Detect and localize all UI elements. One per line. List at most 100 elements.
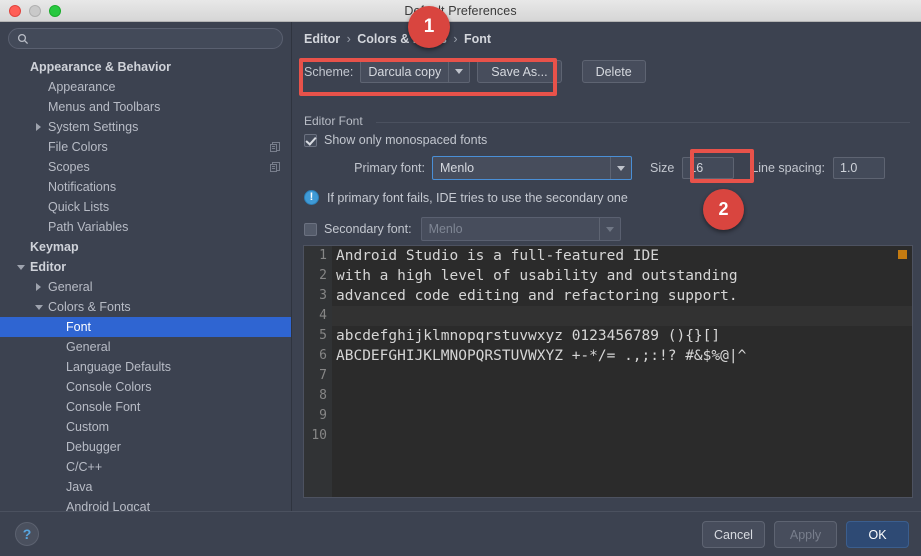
- breadcrumb: Editor › Colors & Fonts › Font: [293, 22, 921, 46]
- help-icon[interactable]: ?: [15, 522, 39, 546]
- sidebar-item-android-logcat[interactable]: Android Logcat: [0, 497, 291, 511]
- sidebar-item-appearance-behavior[interactable]: Appearance & Behavior: [0, 57, 291, 77]
- sidebar-item-appearance[interactable]: Appearance: [0, 77, 291, 97]
- search-input[interactable]: [29, 31, 282, 46]
- preview-line: with a high level of usability and outst…: [336, 268, 738, 284]
- primary-font-row: Primary font: Menlo Size 16 Line spacing…: [304, 156, 910, 180]
- secondary-font-info-row: ! If primary font fails, IDE tries to us…: [304, 190, 910, 205]
- breadcrumb-part-1[interactable]: Editor: [304, 32, 340, 46]
- preview-code-area[interactable]: Android Studio is a full-featured IDE wit…: [332, 246, 912, 497]
- sidebar-item-file-colors[interactable]: File Colors: [0, 137, 291, 157]
- sidebar-item-general[interactable]: General: [0, 277, 291, 297]
- sidebar-item-keymap[interactable]: Keymap: [0, 237, 291, 257]
- secondary-font-dropdown: Menlo: [420, 217, 621, 241]
- dialog-footer: ? Cancel Apply OK: [0, 511, 921, 556]
- scheme-row: Scheme: Darcula copy Save As... Delete: [304, 60, 921, 83]
- preview-line: abcdefghijklmnopqrstuvwxyz 0123456789 ()…: [336, 328, 721, 344]
- sidebar-item-label: Editor: [30, 260, 67, 274]
- sidebar-item-notifications[interactable]: Notifications: [0, 177, 291, 197]
- monospaced-checkbox[interactable]: [304, 133, 317, 147]
- cancel-button[interactable]: Cancel: [702, 521, 765, 548]
- line-spacing-label: Line spacing:: [751, 161, 825, 175]
- ok-button[interactable]: OK: [846, 521, 909, 548]
- breadcrumb-separator-2: ›: [453, 32, 458, 46]
- sidebar-item-label: Console Colors: [66, 380, 152, 394]
- scheme-dropdown[interactable]: Darcula copy: [360, 60, 471, 83]
- monospaced-checkbox-row[interactable]: Show only monospaced fonts: [304, 133, 910, 147]
- sidebar-item-label: Scopes: [48, 160, 90, 174]
- preview-line: [332, 386, 912, 406]
- sidebar-item-label: Debugger: [66, 440, 121, 454]
- sidebar-item-label: Quick Lists: [48, 200, 110, 214]
- preview-line: [332, 366, 912, 386]
- chevron-down-icon[interactable]: [610, 157, 631, 179]
- line-number: 10: [311, 428, 327, 443]
- scrollbar-marker-icon[interactable]: [898, 250, 907, 259]
- sidebar-item-editor[interactable]: Editor: [0, 257, 291, 277]
- line-number: 1: [319, 248, 327, 263]
- size-input[interactable]: 16: [682, 157, 735, 179]
- preview-line: ABCDEFGHIJKLMNOPQRSTUVWXYZ +-*/= .,;:!? …: [336, 348, 747, 364]
- chevron-down-icon[interactable]: [448, 61, 469, 82]
- chevron-down-icon[interactable]: [14, 264, 27, 270]
- chevron-right-icon[interactable]: [32, 123, 45, 131]
- sidebar-item-label: Console Font: [66, 400, 141, 414]
- line-number: 8: [319, 388, 327, 403]
- line-number: 4: [319, 308, 327, 323]
- delete-button[interactable]: Delete: [581, 60, 646, 83]
- primary-font-dropdown[interactable]: Menlo: [432, 156, 632, 180]
- sidebar-item-c-c[interactable]: C/C++: [0, 457, 291, 477]
- secondary-font-checkbox[interactable]: [304, 222, 317, 236]
- sidebar-item-system-settings[interactable]: System Settings: [0, 117, 291, 137]
- scheme-value: Darcula copy: [368, 64, 442, 79]
- search-box[interactable]: [8, 28, 283, 49]
- sidebar-item-font[interactable]: Font: [0, 317, 291, 337]
- sidebar-item-general[interactable]: General: [0, 337, 291, 357]
- info-icon: !: [304, 190, 319, 205]
- sidebar-item-label: Colors & Fonts: [48, 300, 131, 314]
- save-as-button[interactable]: Save As...: [477, 60, 562, 83]
- size-label: Size: [650, 161, 675, 175]
- font-preview-editor[interactable]: 1 2 3 4 5 6 7 8 9 10 Android Studio is a full-fea…: [303, 245, 913, 498]
- chevron-down-icon: [598, 218, 620, 240]
- sidebar-item-label: Language Defaults: [66, 360, 171, 374]
- sidebar-item-label: Menus and Toolbars: [48, 100, 161, 114]
- line-spacing-input[interactable]: 1.0: [833, 157, 885, 179]
- sidebar-item-debugger[interactable]: Debugger: [0, 437, 291, 457]
- secondary-font-row: Secondary font: Menlo: [304, 217, 910, 241]
- scheme-label: Scheme:: [304, 64, 354, 79]
- sidebar-item-label: System Settings: [48, 120, 139, 134]
- apply-button: Apply: [774, 521, 837, 548]
- sidebar-item-console-font[interactable]: Console Font: [0, 397, 291, 417]
- sidebar-item-menus-and-toolbars[interactable]: Menus and Toolbars: [0, 97, 291, 117]
- copy-icon[interactable]: [269, 141, 281, 153]
- secondary-font-value: Menlo: [428, 222, 463, 236]
- chevron-down-icon[interactable]: [32, 304, 45, 310]
- breadcrumb-part-3: Font: [463, 32, 492, 46]
- sidebar-item-custom[interactable]: Custom: [0, 417, 291, 437]
- chevron-right-icon[interactable]: [32, 283, 45, 291]
- breadcrumb-separator-1: ›: [346, 32, 351, 46]
- secondary-font-info-text: If primary font fails, IDE tries to use …: [327, 190, 628, 205]
- monospaced-checkbox-label: Show only monospaced fonts: [324, 133, 488, 147]
- sidebar-item-label: Java: [66, 480, 93, 494]
- preview-line: [332, 406, 912, 426]
- sidebar-item-path-variables[interactable]: Path Variables: [0, 217, 291, 237]
- sidebar-item-label: General: [66, 340, 111, 354]
- settings-tree: Appearance & Behavior Appearance Menus and…: [0, 57, 291, 511]
- copy-icon[interactable]: [269, 161, 281, 173]
- preview-line: advanced code editing and refactoring su…: [336, 288, 738, 304]
- search-icon: [17, 33, 29, 45]
- sidebar-item-scopes[interactable]: Scopes: [0, 157, 291, 177]
- primary-font-label: Primary font:: [354, 161, 425, 175]
- sidebar-item-colors-fonts[interactable]: Colors & Fonts: [0, 297, 291, 317]
- sidebar-item-java[interactable]: Java: [0, 477, 291, 497]
- sidebar-item-language-defaults[interactable]: Language Defaults: [0, 357, 291, 377]
- line-number: 6: [319, 348, 327, 363]
- preview-line: Android Studio is a full-featured IDE: [336, 248, 660, 264]
- sidebar-item-quick-lists[interactable]: Quick Lists: [0, 197, 291, 217]
- sidebar-item-console-colors[interactable]: Console Colors: [0, 377, 291, 397]
- sidebar-item-label: Android Logcat: [66, 500, 151, 511]
- sidebar-item-label: Keymap: [30, 240, 79, 254]
- sidebar-item-label: Appearance: [48, 80, 116, 94]
